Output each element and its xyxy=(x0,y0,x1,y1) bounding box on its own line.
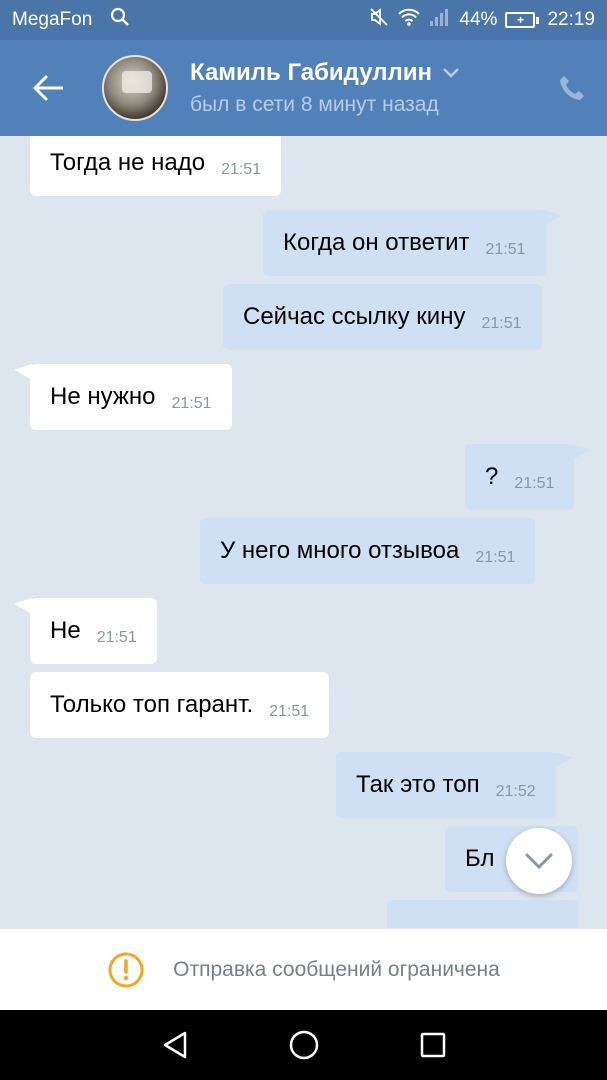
message-text: Сейчас ссылку кину xyxy=(243,303,466,330)
message-time: 21:51 xyxy=(171,395,212,412)
message-bubble-outgoing[interactable]: Так это топ 21:52 xyxy=(336,752,556,818)
square-recents-icon xyxy=(420,1032,445,1058)
chevron-down-icon xyxy=(443,68,459,78)
last-seen-status: был в сети 8 минут назад xyxy=(190,93,439,116)
message-text: Тогда не надо xyxy=(50,149,206,176)
message-bubble-incoming[interactable]: Тогда не надо 21:51 xyxy=(30,136,282,196)
message-bubble-outgoing[interactable]: ? 21:51 xyxy=(465,444,575,510)
warning-icon xyxy=(108,952,144,987)
search-icon xyxy=(110,7,130,33)
phone-icon xyxy=(560,76,584,100)
message-text: ? xyxy=(485,463,499,490)
call-button[interactable] xyxy=(537,40,607,136)
wifi-icon xyxy=(397,7,421,33)
avatar[interactable] xyxy=(102,55,168,121)
restricted-text: Отправка сообщений ограничена xyxy=(173,957,500,981)
contact-title[interactable]: Камиль Габидуллин был в сети 8 минут наз… xyxy=(190,59,537,117)
message-bubble-outgoing[interactable]: Когда он ответит 21:51 xyxy=(263,210,546,276)
message-time: 21:51 xyxy=(475,549,516,566)
nav-back-button[interactable] xyxy=(155,1025,195,1065)
triangle-back-icon xyxy=(163,1031,186,1059)
battery-percent: 44% xyxy=(459,9,498,30)
message-text: У него много отзывоа xyxy=(220,537,460,564)
message-time: 21:51 xyxy=(269,703,310,720)
signal-icon xyxy=(429,7,451,33)
message-bubble-outgoing[interactable]: Сейчас ссылку кину 21:51 xyxy=(223,284,542,350)
message-time: 21:51 xyxy=(485,241,526,258)
scroll-down-button[interactable] xyxy=(506,828,572,894)
back-arrow-icon xyxy=(33,75,63,101)
nav-home-button[interactable] xyxy=(284,1025,324,1065)
message-text: Не xyxy=(50,617,81,644)
restricted-notice: Отправка сообщений ограничена xyxy=(0,928,607,1010)
message-text: Только топ гарант. xyxy=(50,691,254,718)
message-text: Когда он ответит xyxy=(283,229,470,256)
message-text: Не нужно xyxy=(50,383,156,410)
message-time: 21:51 xyxy=(514,475,555,492)
chevron-down-icon xyxy=(525,853,553,870)
message-bubble-outgoing[interactable]: У него много отзывоа 21:51 xyxy=(200,518,536,584)
message-bubble-incoming[interactable]: Не 21:51 xyxy=(30,598,157,664)
battery-icon: + xyxy=(505,12,540,28)
clock: 22:19 xyxy=(547,9,595,30)
message-time: 21:51 xyxy=(481,315,522,332)
chat-header: Камиль Габидуллин был в сети 8 минут наз… xyxy=(0,40,607,136)
circle-home-icon xyxy=(289,1030,318,1060)
message-text: Так это топ xyxy=(356,771,480,798)
carrier-label: MegaFon xyxy=(12,9,93,30)
message-list[interactable]: Тогда не надо 21:51 Когда он ответит 21:… xyxy=(0,136,607,928)
message-time: 21:51 xyxy=(221,161,262,178)
status-bar: MegaFon 44% + 22:19 xyxy=(0,0,607,40)
system-nav-bar xyxy=(0,1010,607,1080)
back-button[interactable] xyxy=(0,40,96,136)
message-time: 21:51 xyxy=(96,629,137,646)
message-time: 21:52 xyxy=(495,783,536,800)
message-bubble-outgoing-partial[interactable] xyxy=(387,900,578,928)
contact-name: Камиль Габидуллин xyxy=(190,59,432,86)
mute-icon xyxy=(369,7,389,33)
message-text: Бл xyxy=(465,845,495,872)
nav-recents-button[interactable] xyxy=(413,1025,453,1065)
message-bubble-incoming[interactable]: Только топ гарант. 21:51 xyxy=(30,672,330,738)
message-bubble-incoming[interactable]: Не нужно 21:51 xyxy=(30,364,232,430)
